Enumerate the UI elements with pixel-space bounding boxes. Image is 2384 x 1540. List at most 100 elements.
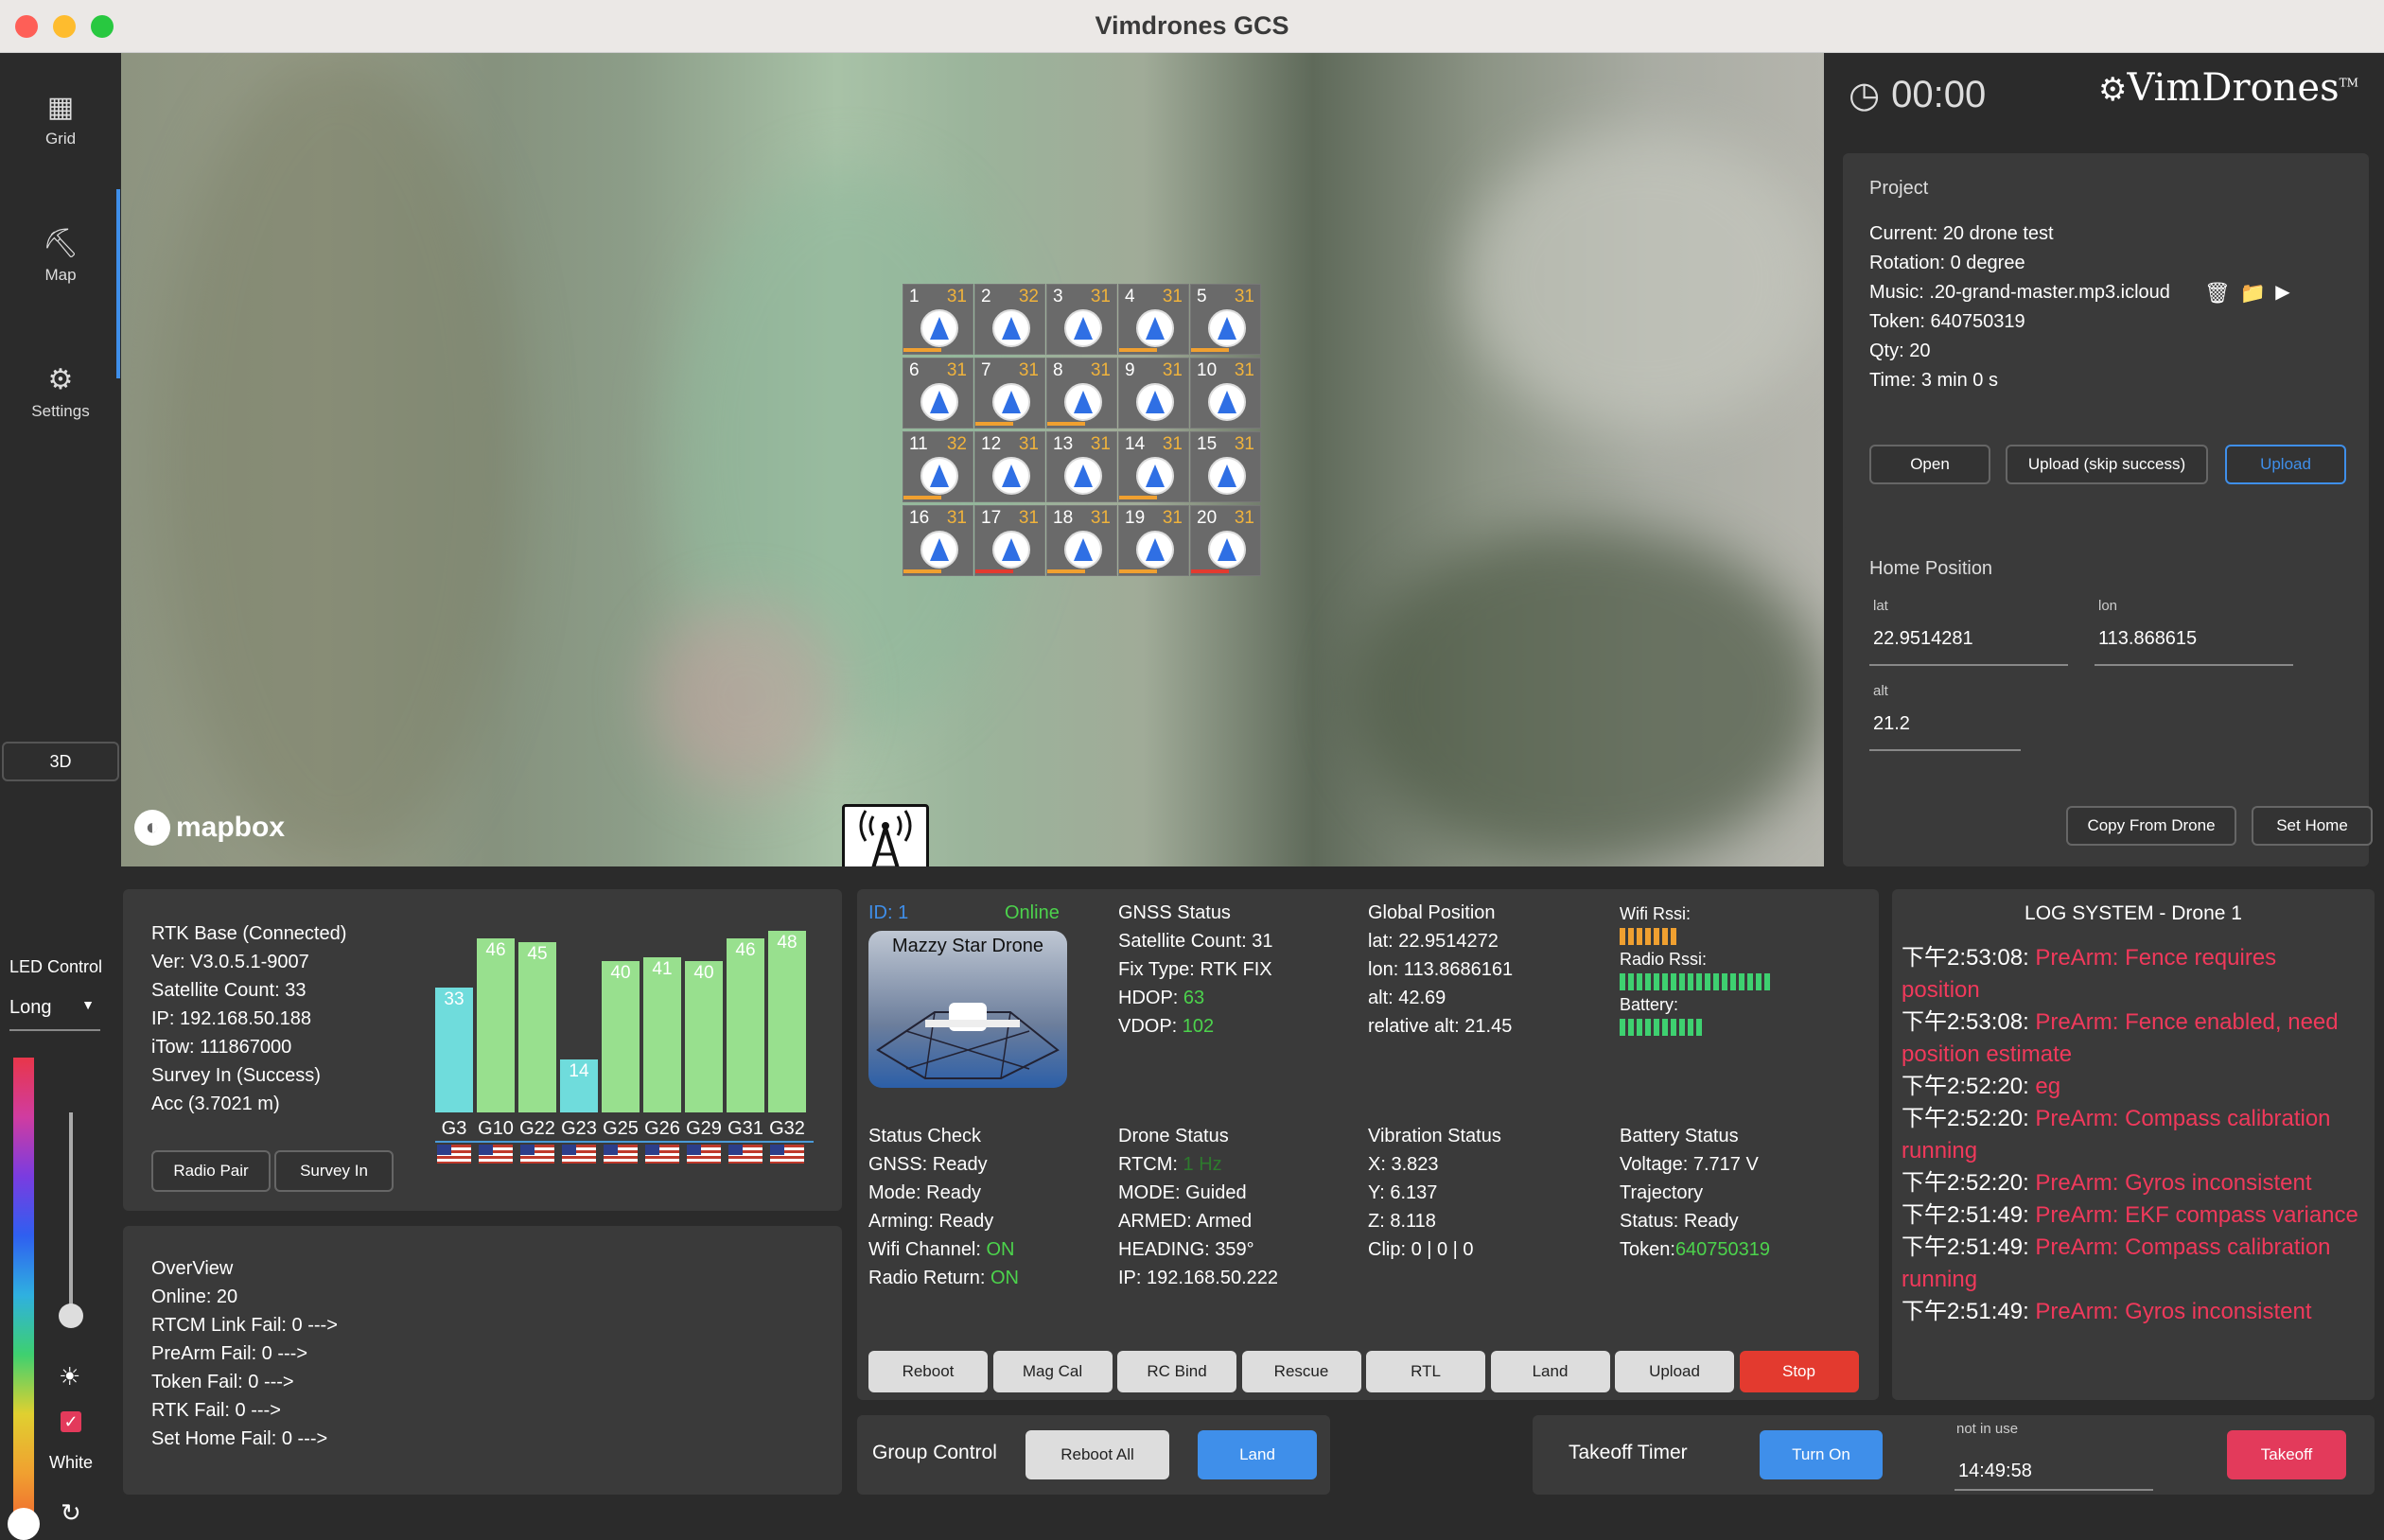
drone-marker[interactable]: 13 31 [1046,431,1117,502]
drone-status-bar [975,422,1013,426]
drone-status-bar [975,569,1013,573]
drone-marker[interactable]: 3 31 [1046,284,1117,355]
drone-marker[interactable]: 4 31 [1118,284,1189,355]
stop-button[interactable]: Stop [1739,1351,1859,1392]
drone-marker[interactable]: 9 31 [1118,358,1189,429]
rescue-button[interactable]: Rescue [1241,1351,1361,1392]
drone-heading-icon [992,457,1030,495]
satellite-bar-value: 33 [444,989,465,1009]
drone-marker[interactable]: 10 31 [1190,358,1261,429]
drone-heading-icon [992,383,1030,421]
drone-marker[interactable]: 20 31 [1190,505,1261,576]
drone-marker[interactable]: 2 32 [974,284,1045,355]
project-current: Current: 20 drone test [1869,223,2054,244]
mag-cal-button[interactable]: Mag Cal [992,1351,1113,1392]
led-mode-select[interactable]: Long ▼ [9,997,100,1031]
drone-marker[interactable]: 18 31 [1046,505,1117,576]
play-icon[interactable]: ▶ [2275,278,2289,307]
radio-pair-button[interactable]: Radio Pair [151,1150,271,1192]
drone-marker[interactable]: 6 31 [903,358,973,429]
drone-marker[interactable]: 15 31 [1190,431,1261,502]
drone-marker[interactable]: 8 31 [1046,358,1117,429]
log-message: PreArm: Fence enabled, need [2035,1009,2339,1035]
drone-marker[interactable]: 16 31 [903,505,973,576]
upload-button[interactable]: Upload [2225,445,2346,484]
led-white-checkbox[interactable]: ✓ [61,1411,81,1432]
lon-input[interactable]: 113.868615 [2095,628,2293,666]
drone-status-bar [903,348,941,352]
sidebar-item-settings[interactable]: ⚙ Settings [0,363,121,421]
rc-bind-button[interactable]: RC Bind [1117,1351,1236,1392]
copy-from-drone-button[interactable]: Copy From Drone [2066,806,2236,846]
us-flag-icon [562,1145,596,1164]
drone-marker[interactable]: 1 31 [903,284,973,355]
drone-satellite-count: 31 [1090,434,1111,454]
sidebar-item-grid[interactable]: ▦ Grid [0,91,121,149]
upload-skip-success-button[interactable]: Upload (skip success) [2006,445,2208,484]
drone-marker[interactable]: 12 31 [974,431,1045,502]
alt-input[interactable]: 21.2 [1869,713,2021,751]
drone-marker[interactable]: 14 31 [1118,431,1189,502]
survey-in-button[interactable]: Survey In [274,1150,394,1192]
rtk-info-line: IP: 192.168.50.188 [151,1008,312,1029]
drone-picture-icon [876,1003,1060,1079]
3d-toggle-button[interactable]: 3D [2,742,119,781]
status-arming: Arming: Ready [868,1211,994,1232]
takeoff-button[interactable]: Takeoff [2227,1430,2346,1479]
drone-heading-icon [920,309,958,347]
land-all-button[interactable]: Land [1198,1430,1317,1479]
turn-on-button[interactable]: Turn On [1760,1430,1883,1479]
drone-number: 6 [909,360,920,380]
overview-line: PreArm Fail: 0 ---> [151,1343,308,1364]
drone-number: 4 [1125,287,1135,306]
upload-button[interactable]: Upload [1615,1351,1734,1392]
meter-segment [1679,1019,1685,1036]
land-button[interactable]: Land [1490,1351,1610,1392]
log-entry: 下午2:52:20: eg [1902,1071,2375,1103]
heading-arrow-icon [1074,391,1093,413]
drone-mode: MODE: Guided [1118,1182,1247,1203]
meter-segment [1645,928,1651,945]
sidebar-item-map[interactable]: ⛏ Map [0,227,121,285]
battery-meter [1620,1016,1773,1039]
battery-status-title: Battery Status [1620,1126,1739,1146]
meter-segment [1688,1019,1693,1036]
project-qty: Qty: 20 [1869,341,1931,361]
drone-marker[interactable]: 17 31 [974,505,1045,576]
led-brightness-slider[interactable] [69,1112,73,1321]
satellite-id-label: G10 [478,1118,514,1139]
takeoff-time-input[interactable]: 14:49:58 [1955,1453,2153,1491]
drone-heading-icon [1208,531,1246,569]
drone-satellite-count: 32 [1018,287,1039,306]
drone-heading-icon [1136,309,1174,347]
rtl-button[interactable]: RTL [1366,1351,1485,1392]
active-nav-indicator [116,189,120,378]
reboot-all-button[interactable]: Reboot All [1025,1430,1169,1479]
drone-marker[interactable]: 19 31 [1118,505,1189,576]
heading-arrow-icon [1074,464,1093,487]
log-message: PreArm: Gyros inconsistent [2035,1170,2312,1196]
rtk-info-line: RTK Base (Connected) [151,923,347,944]
us-flag-icon [687,1145,721,1164]
log-message: PreArm: Gyros inconsistent [2035,1299,2312,1324]
open-button[interactable]: Open [1869,445,1990,484]
trash-icon[interactable]: 🗑 [2204,278,2231,307]
led-brightness-handle[interactable] [59,1304,83,1328]
reboot-button[interactable]: Reboot [868,1351,988,1392]
satellite-bar [643,957,681,1112]
folder-icon[interactable]: 📁 [2240,278,2266,307]
mapbox-logo: ◐ mapbox [134,810,285,846]
heading-arrow-icon [1146,538,1165,561]
led-color-slider-handle[interactable] [8,1508,40,1540]
home-position-card: Home Position lat 22.9514281 lon 113.868… [1843,526,2373,866]
satellite-bar-value: 48 [777,933,798,953]
drone-marker[interactable]: 5 31 [1190,284,1261,355]
drone-marker[interactable]: 7 31 [974,358,1045,429]
satellite-id-label: G23 [561,1118,597,1139]
map-view[interactable]: 1 31 2 32 3 31 4 31 5 31 6 31 7 31 8 31 9 31 10 31 11 32 12 31 1… [121,53,1824,866]
set-home-button[interactable]: Set Home [2252,806,2373,846]
rtk-base-tower-icon[interactable] [842,804,929,866]
lat-input[interactable]: 22.9514281 [1869,628,2068,666]
drone-marker[interactable]: 11 32 [903,431,973,502]
led-color-slider[interactable] [13,1058,34,1532]
